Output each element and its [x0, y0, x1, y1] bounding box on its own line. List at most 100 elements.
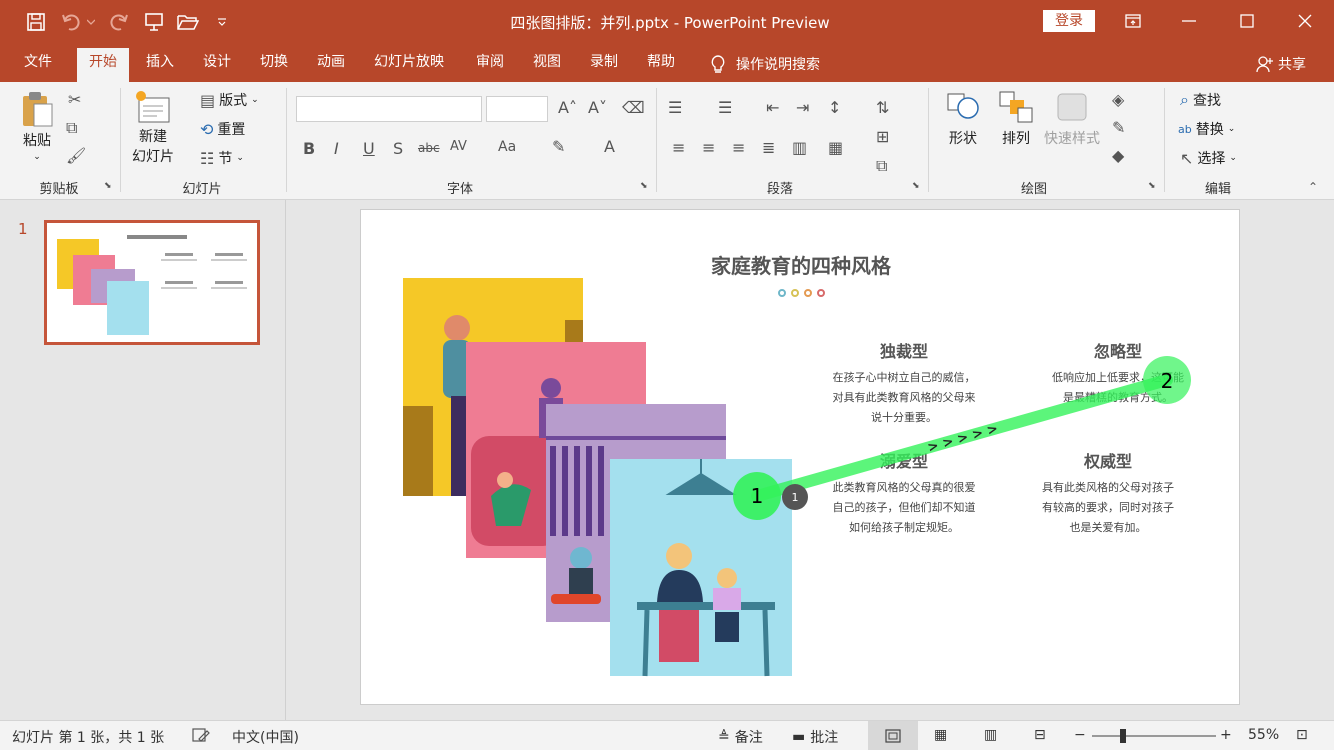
collapse-ribbon-icon[interactable]: ⌃ — [1308, 180, 1318, 194]
open-folder-icon[interactable] — [176, 10, 200, 34]
find-button[interactable]: ⌕ 查找 — [1180, 90, 1221, 110]
shape-effects-icon[interactable]: ◆ — [1112, 146, 1124, 165]
underline-icon[interactable]: U — [363, 139, 375, 158]
new-slide-button[interactable]: 新建 幻灯片 — [132, 90, 174, 166]
reset-button[interactable]: ⟲ 重置 — [200, 119, 245, 139]
shapes-button[interactable]: 形状 — [944, 90, 982, 148]
maximize-icon[interactable] — [1232, 8, 1262, 34]
tab-animations[interactable]: 动画 — [313, 52, 349, 78]
decrease-font-icon[interactable]: A˅ — [588, 98, 607, 117]
drawing-launcher-icon[interactable]: ⬊ — [1148, 181, 1156, 191]
align-text-icon[interactable]: ⊞ — [876, 127, 889, 146]
font-launcher-icon[interactable]: ⬊ — [640, 181, 648, 191]
reading-view-icon[interactable]: ▥ — [984, 727, 997, 743]
quick-styles-button[interactable]: 快速样式 — [1044, 90, 1100, 148]
align-left-icon[interactable]: ≡ — [672, 138, 685, 157]
char-spacing-icon[interactable]: AV — [450, 139, 467, 154]
card-authoritarian[interactable]: 独裁型 在孩子心中树立自己的威信，对具有此类教育风格的父母来说十分重要。 — [829, 338, 979, 428]
slide-sorter-icon[interactable]: ▦ — [934, 727, 947, 743]
change-case-icon[interactable]: Aa — [498, 139, 516, 155]
align-center-icon[interactable]: ≡ — [702, 138, 715, 157]
slide-thumbnail[interactable] — [44, 220, 260, 345]
shadow-icon[interactable]: S — [393, 139, 403, 158]
columns-icon[interactable]: ▦ — [828, 138, 843, 157]
undo-icon[interactable] — [60, 10, 84, 34]
save-icon[interactable] — [24, 10, 48, 34]
notes-button[interactable]: ≜ 备注 — [718, 727, 763, 747]
tab-home[interactable]: 开始 — [77, 48, 129, 82]
slide-canvas[interactable]: 家庭教育的四种风格 独裁型 在孩子心中树立自己的威信，对具有此类教育风格的父母来… — [360, 209, 1240, 705]
tell-me-search[interactable]: 操作说明搜索 — [706, 52, 824, 78]
align-right-icon[interactable]: ≡ — [732, 138, 745, 157]
present-icon[interactable] — [142, 10, 166, 34]
replace-button[interactable]: ab 替换 ⌄ — [1178, 119, 1235, 139]
minimize-icon[interactable] — [1174, 8, 1204, 34]
paste-button[interactable]: 粘贴 ⌄ — [20, 90, 54, 162]
shapes-icon — [947, 93, 979, 119]
zoom-level[interactable]: 55% — [1248, 727, 1279, 743]
distributed-icon[interactable]: ▥ — [792, 138, 807, 157]
card-neglectful[interactable]: 忽略型 低响应加上低要求，这可能是最糟糕的教育方式。 — [1048, 338, 1188, 408]
strikethrough-icon[interactable]: abc — [418, 141, 440, 155]
arrange-button[interactable]: 排列 — [998, 90, 1034, 148]
decrease-indent-icon[interactable]: ⇤ — [766, 98, 779, 117]
arrange-label: 排列 — [1002, 131, 1030, 147]
tab-design[interactable]: 设计 — [199, 52, 235, 78]
zoom-in-button[interactable]: + — [1220, 727, 1232, 743]
format-painter-icon[interactable]: 🖌 — [66, 146, 86, 165]
slide-title[interactable]: 家庭教育的四种风格 — [661, 250, 941, 279]
select-button[interactable]: ↖ 选择 ⌄ — [1180, 148, 1237, 168]
undo-dropdown-icon[interactable] — [84, 10, 98, 34]
redo-icon[interactable] — [106, 10, 130, 34]
login-button[interactable]: 登录 — [1043, 10, 1095, 32]
zoom-out-button[interactable]: − — [1074, 727, 1086, 743]
tab-slideshow[interactable]: 幻灯片放映 — [370, 52, 448, 78]
smartart-icon[interactable]: ⧉ — [876, 156, 887, 176]
shape-outline-icon[interactable]: ✎ — [1112, 118, 1125, 137]
clipboard-launcher-icon[interactable]: ⬊ — [104, 181, 112, 191]
language-indicator[interactable]: 中文(中国) — [232, 727, 299, 747]
layout-button[interactable]: ▤ 版式 ⌄ — [200, 90, 259, 110]
tab-file[interactable]: 文件 — [20, 52, 56, 78]
card-permissive[interactable]: 溺爱型 此类教育风格的父母真的很爱自己的孩子，但他们却不知道如何给孩子制定规矩。 — [831, 448, 977, 538]
highlight-icon[interactable]: ✎ — [552, 137, 565, 156]
zoom-slider[interactable] — [1092, 735, 1216, 737]
close-icon[interactable] — [1290, 8, 1320, 34]
section-button[interactable]: ☷ 节 ⌄ — [200, 148, 244, 168]
justify-icon[interactable]: ≣ — [762, 138, 775, 157]
clear-format-icon[interactable]: ⌫ — [622, 98, 645, 117]
copy-icon[interactable]: ⧉ — [66, 118, 77, 138]
illustration-stack[interactable] — [401, 276, 793, 678]
font-family-select[interactable] — [296, 96, 482, 122]
numbering-icon[interactable]: ☰ — [718, 98, 732, 117]
paragraph-launcher-icon[interactable]: ⬊ — [912, 181, 920, 191]
find-label: 查找 — [1192, 93, 1221, 109]
slideshow-view-icon[interactable]: ⊟ — [1034, 727, 1046, 743]
tab-insert[interactable]: 插入 — [142, 52, 178, 78]
shape-fill-icon[interactable]: ◈ — [1112, 90, 1124, 109]
font-size-select[interactable] — [486, 96, 548, 122]
bold-icon[interactable]: B — [303, 139, 315, 158]
increase-font-icon[interactable]: A˄ — [558, 98, 577, 117]
increase-indent-icon[interactable]: ⇥ — [796, 98, 809, 117]
tab-view[interactable]: 视图 — [529, 52, 565, 78]
customize-qat-icon[interactable] — [214, 10, 230, 34]
share-button[interactable]: 共享 — [1256, 54, 1306, 74]
ribbon-display-icon[interactable] — [1118, 8, 1148, 34]
line-spacing-icon[interactable]: ↕ — [828, 98, 841, 117]
tab-review[interactable]: 审阅 — [472, 52, 508, 78]
accessibility-icon[interactable] — [192, 727, 210, 743]
tab-transitions[interactable]: 切换 — [256, 52, 292, 78]
italic-icon[interactable]: I — [334, 139, 339, 158]
zoom-slider-thumb[interactable] — [1120, 729, 1126, 743]
tab-record[interactable]: 录制 — [586, 52, 622, 78]
tab-help[interactable]: 帮助 — [643, 52, 679, 78]
font-color-icon[interactable]: A — [604, 137, 615, 156]
text-direction-icon[interactable]: ⇅ — [876, 98, 889, 117]
card-authoritative[interactable]: 权威型 具有此类风格的父母对孩子有较高的要求，同时对孩子也是关爱有加。 — [1037, 448, 1179, 538]
normal-view-button[interactable] — [868, 721, 918, 750]
fit-to-window-icon[interactable]: ⊡ — [1296, 727, 1308, 743]
cut-icon[interactable]: ✂ — [68, 90, 81, 109]
bullets-icon[interactable]: ☰ — [668, 98, 682, 117]
comments-button[interactable]: ▬ 批注 — [792, 727, 838, 747]
